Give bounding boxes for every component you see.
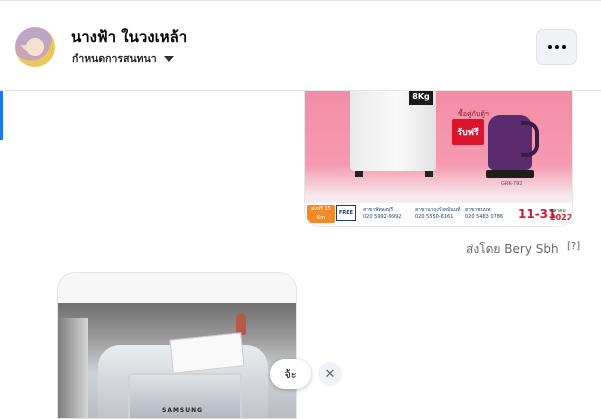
branch-name: สาขานาถุงรังสมันนท์ bbox=[415, 207, 461, 213]
more-horizontal-icon bbox=[547, 45, 552, 49]
quick-reply-button[interactable]: จ้ะ bbox=[270, 359, 311, 389]
branch-phone: 020 5483 0786 bbox=[465, 214, 504, 220]
conversation-settings[interactable]: กำหนดการสนทนา bbox=[72, 51, 174, 65]
branch-phone: 020 5992-9992 bbox=[363, 214, 402, 220]
promo-badge: รับฟรี bbox=[452, 119, 484, 145]
chat-panel: นางฟ้า ในวงเหล้า กำหนดการสนทนา 8Kg ซื้อค… bbox=[0, 0, 601, 419]
caret-down-icon bbox=[163, 55, 174, 62]
washer-foot bbox=[355, 171, 363, 177]
branch-phone: 020 5550-6161 bbox=[415, 214, 454, 220]
photo-side-unit bbox=[58, 318, 88, 418]
avatar-face bbox=[26, 38, 44, 56]
model-tag: GRK-792 bbox=[501, 181, 523, 187]
branch-name: สาขาชนบท bbox=[465, 207, 491, 213]
brand-label: SAMSUNG bbox=[162, 407, 204, 414]
more-button[interactable] bbox=[536, 29, 577, 65]
close-icon[interactable]: ✕ bbox=[318, 362, 342, 386]
more-horizontal-icon-dot bbox=[561, 45, 566, 49]
washer-foot bbox=[425, 171, 433, 177]
delivery-badge: ส่งฟรี 15 Km bbox=[307, 205, 335, 223]
branch-contact: สาขาชนบท 020 5483 0786 bbox=[465, 207, 503, 221]
conversation-settings-label: กำหนดการสนทนา bbox=[72, 52, 157, 65]
shared-ad-image[interactable]: 8Kg ซื้อคู่กับตู้ฯ รับฟรี GRK-792 ส่งฟรี… bbox=[304, 91, 573, 227]
kettle-base bbox=[486, 170, 534, 178]
more-horizontal-icon-dot bbox=[554, 45, 559, 49]
help-icon[interactable]: [?] bbox=[567, 241, 580, 252]
branch-contact: สาขานาถุงรังสมันนท์ 020 5550-6161 bbox=[415, 207, 460, 221]
branch-contact: สาขาพัทลุงบุรี 020 5992-9992 bbox=[363, 207, 401, 221]
avatar[interactable] bbox=[15, 27, 55, 67]
truck-icon: FREE bbox=[336, 205, 356, 221]
photo-top-area bbox=[58, 273, 296, 303]
capacity-tag: 8Kg bbox=[409, 91, 433, 105]
branch-name: สาขาพัทลุงบุรี bbox=[363, 207, 394, 213]
contact-name[interactable]: นางฟ้า ในวงเหล้า bbox=[71, 25, 187, 49]
promo-year: 2022 bbox=[550, 213, 573, 222]
sent-by-label: ส่งโดย Bery Sbh bbox=[466, 242, 559, 256]
kettle-handle bbox=[521, 121, 539, 157]
chat-header: นางฟ้า ในวงเหล้า กำหนดการสนทนา bbox=[0, 0, 601, 91]
shared-photo[interactable]: SAMSUNG bbox=[57, 272, 297, 419]
